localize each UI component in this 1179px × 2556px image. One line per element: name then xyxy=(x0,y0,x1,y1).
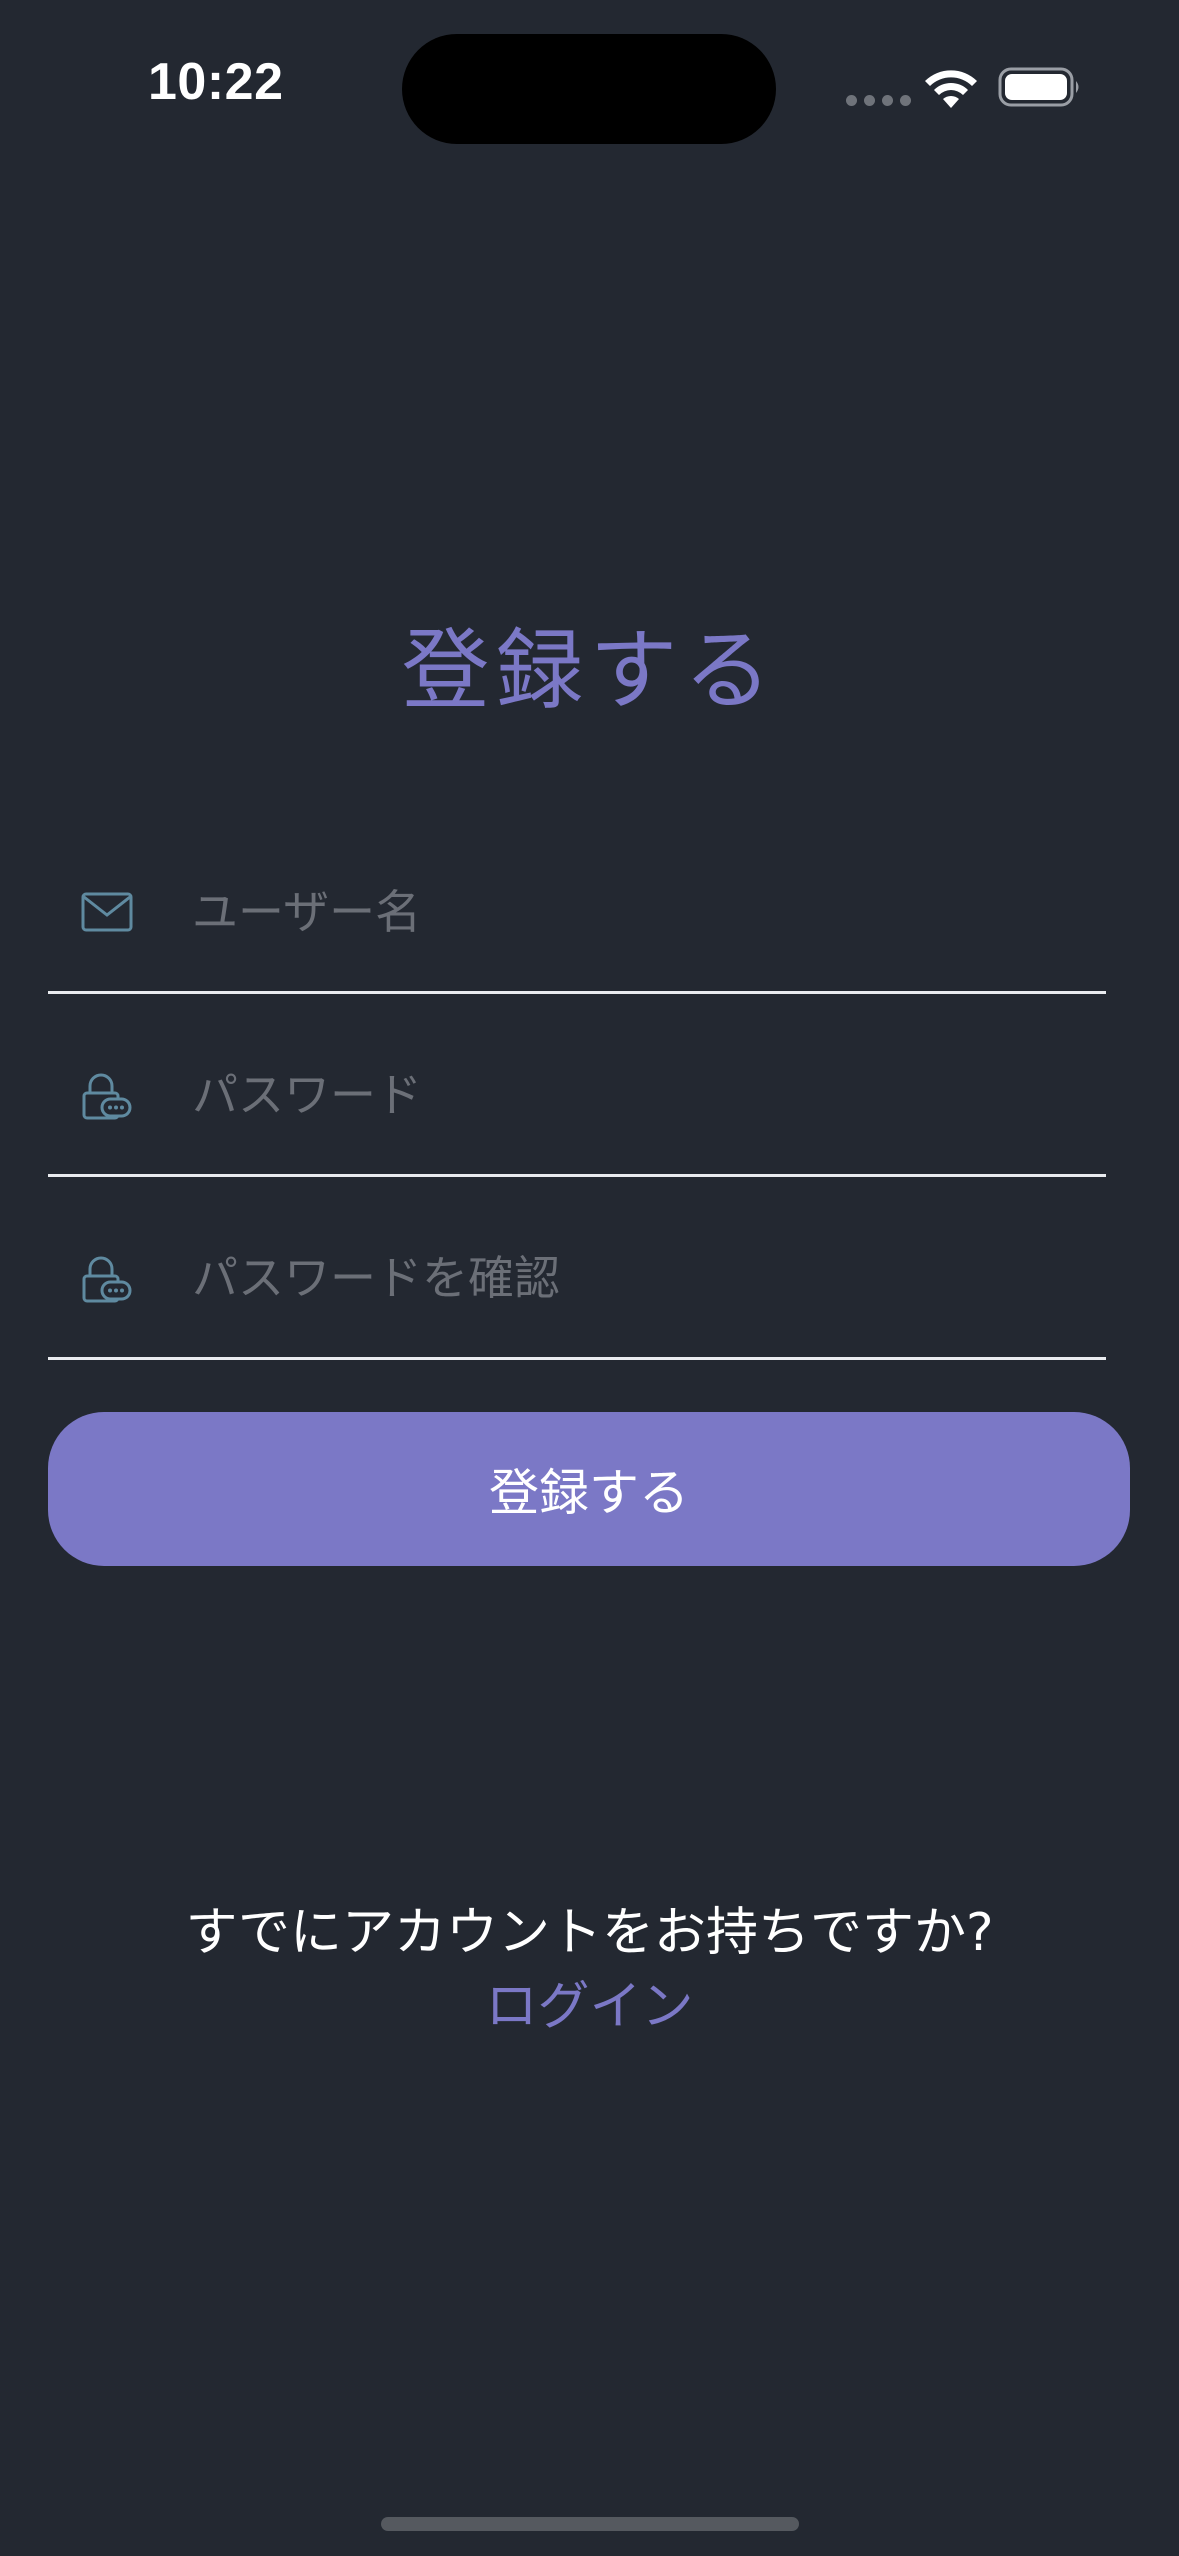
home-indicator[interactable] xyxy=(381,2517,799,2531)
register-screen: 10:22 登録する ユーザー名 登録する すでにアカウントをお持ちですか? ロ… xyxy=(0,0,1179,2556)
username-field xyxy=(48,814,1106,994)
password-field xyxy=(48,997,1106,1177)
dynamic-island xyxy=(402,34,776,144)
lock-icon xyxy=(82,1256,132,1303)
username-input[interactable] xyxy=(192,872,1072,952)
login-link[interactable]: ログイン xyxy=(0,1964,1179,2039)
status-time: 10:22 xyxy=(148,53,284,111)
existing-account-prompt: すでにアカウントをお持ちですか? xyxy=(185,1903,994,1963)
envelope-icon xyxy=(81,892,133,932)
confirm-password-input[interactable] xyxy=(192,1238,1072,1318)
lock-icon xyxy=(82,1073,132,1120)
page-title: 登録する xyxy=(401,619,778,722)
confirm-password-field xyxy=(48,1180,1106,1360)
wifi-icon xyxy=(925,70,977,108)
cellular-signal-icon xyxy=(846,95,911,106)
register-button[interactable]: 登録する xyxy=(48,1412,1130,1566)
battery-icon xyxy=(998,67,1079,107)
password-input[interactable] xyxy=(192,1055,1072,1135)
